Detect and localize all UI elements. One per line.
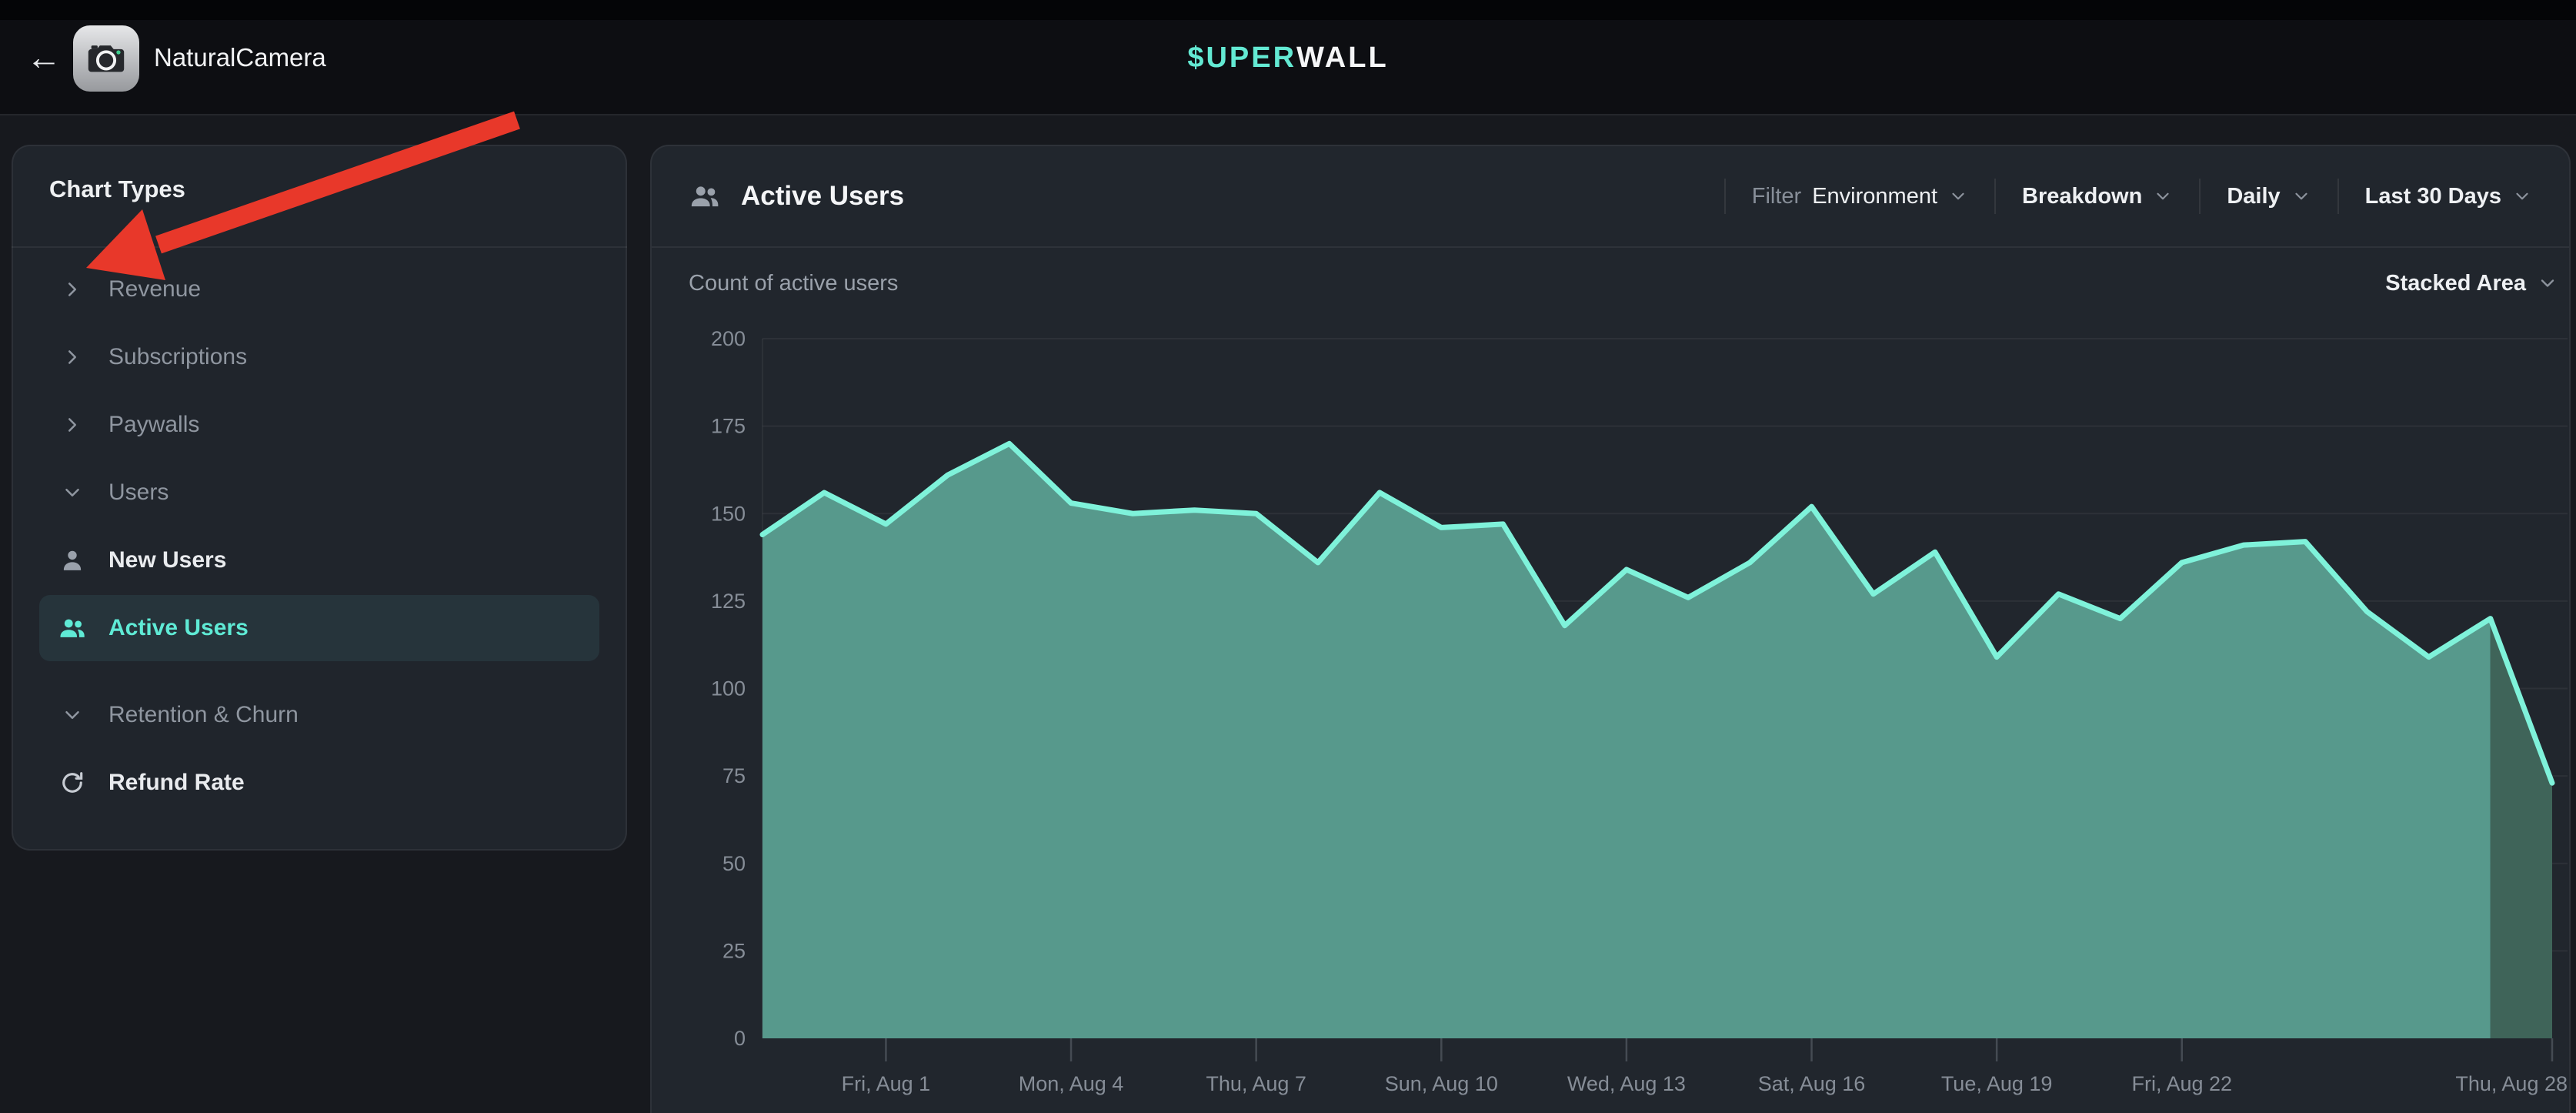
user-icon <box>56 544 88 577</box>
chevron-down-icon <box>56 699 88 731</box>
svg-text:100: 100 <box>711 677 746 700</box>
granularity-dropdown[interactable]: Daily <box>2201 184 2337 209</box>
svg-text:Fri, Aug 22: Fri, Aug 22 <box>2131 1072 2232 1095</box>
chevron-down-icon <box>2512 186 2532 206</box>
chevron-right-icon <box>56 409 88 441</box>
svg-text:175: 175 <box>711 415 746 438</box>
chevron-down-icon <box>2153 186 2173 206</box>
sidebar-item-active-users[interactable]: Active Users <box>39 595 599 661</box>
sidebar-item-label: New Users <box>108 547 226 573</box>
sidebar-item-new-users[interactable]: New Users <box>39 526 599 594</box>
sidebar-group-label: Paywalls <box>108 412 199 438</box>
breakdown-dropdown[interactable]: Breakdown <box>1996 184 2199 209</box>
chevron-right-icon <box>56 341 88 373</box>
active-users-panel: Active Users Filter Environment Breakdow… <box>650 145 2571 1113</box>
filter-label: Filter <box>1752 184 1801 209</box>
sidebar-group-retention-churn[interactable]: Retention & Churn <box>39 681 599 749</box>
filter-bar: Filter Environment Breakdown Daily Last … <box>1724 166 2558 226</box>
sidebar-group-users[interactable]: Users <box>39 459 599 526</box>
svg-text:75: 75 <box>722 764 746 787</box>
svg-text:50: 50 <box>722 852 746 875</box>
logo-accent: $UPER <box>1187 42 1296 75</box>
panel-title: Active Users <box>741 181 904 212</box>
svg-text:25: 25 <box>722 939 746 962</box>
refresh-icon <box>56 767 88 799</box>
users-icon <box>56 612 88 644</box>
chevron-down-icon <box>56 476 88 509</box>
sidebar-item-label: Refund Rate <box>108 770 245 796</box>
breakdown-value: Breakdown <box>2022 184 2142 209</box>
sidebar-group-paywalls[interactable]: Paywalls <box>39 391 599 459</box>
chevron-down-icon <box>1948 186 1968 206</box>
date-range-dropdown[interactable]: Last 30 Days <box>2339 184 2558 209</box>
svg-text:200: 200 <box>711 327 746 350</box>
chevron-down-icon <box>2291 186 2311 206</box>
chart-subtitle: Count of active users <box>689 271 898 296</box>
date-range-value: Last 30 Days <box>2365 184 2501 209</box>
app-screen: ← NaturalCamera $UPERWALL Chart Types Re… <box>0 0 2576 1113</box>
svg-text:Sat, Aug 16: Sat, Aug 16 <box>1758 1072 1866 1095</box>
sidebar-divider <box>12 246 627 248</box>
chevron-down-icon <box>2537 272 2558 294</box>
environment-filter-dropdown[interactable]: Filter Environment <box>1726 184 1994 209</box>
svg-text:Sun, Aug 10: Sun, Aug 10 <box>1385 1072 1498 1095</box>
active-users-area-chart[interactable]: 0 25 50 75 100 125 150 175 200 Fri, Aug 1 Mon, Aug… <box>652 317 2572 1113</box>
svg-text:Tue, Aug 19: Tue, Aug 19 <box>1941 1072 2053 1095</box>
superwall-logo: $UPERWALL <box>0 0 2576 115</box>
sidebar-group-label: Retention & Churn <box>108 702 299 728</box>
svg-text:150: 150 <box>711 502 746 525</box>
svg-text:Mon, Aug 4: Mon, Aug 4 <box>1019 1072 1124 1095</box>
svg-text:Thu, Aug 7: Thu, Aug 7 <box>1206 1072 1306 1095</box>
sidebar-item-label: Active Users <box>108 615 249 641</box>
logo-rest: WALL <box>1296 42 1389 75</box>
sidebar-group-label: Subscriptions <box>108 344 247 370</box>
panel-divider <box>652 246 2569 248</box>
sidebar-group-revenue[interactable]: Revenue <box>39 256 599 323</box>
chart-type-value: Stacked Area <box>2385 271 2526 296</box>
sidebar-item-refund-rate[interactable]: Refund Rate <box>39 749 599 817</box>
top-bar: ← NaturalCamera $UPERWALL <box>0 0 2576 115</box>
sidebar-group-label: Revenue <box>108 276 201 302</box>
environment-value: Environment <box>1812 184 1937 209</box>
svg-text:0: 0 <box>734 1027 746 1050</box>
sidebar-title: Chart Types <box>49 175 185 203</box>
chart-subheader: Count of active users Stacked Area <box>689 254 2558 313</box>
panel-header: Active Users <box>689 166 904 226</box>
svg-text:Fri, Aug 1: Fri, Aug 1 <box>842 1072 931 1095</box>
granularity-value: Daily <box>2227 184 2280 209</box>
svg-text:Thu, Aug 28: Thu, Aug 28 <box>2455 1072 2568 1095</box>
svg-text:Wed, Aug 13: Wed, Aug 13 <box>1567 1072 1686 1095</box>
sidebar-group-label: Users <box>108 480 169 506</box>
chart-type-dropdown[interactable]: Stacked Area <box>2385 271 2558 296</box>
users-icon <box>689 180 721 212</box>
chevron-right-icon <box>56 273 88 306</box>
sidebar-group-subscriptions[interactable]: Subscriptions <box>39 323 599 391</box>
svg-text:125: 125 <box>711 590 746 613</box>
